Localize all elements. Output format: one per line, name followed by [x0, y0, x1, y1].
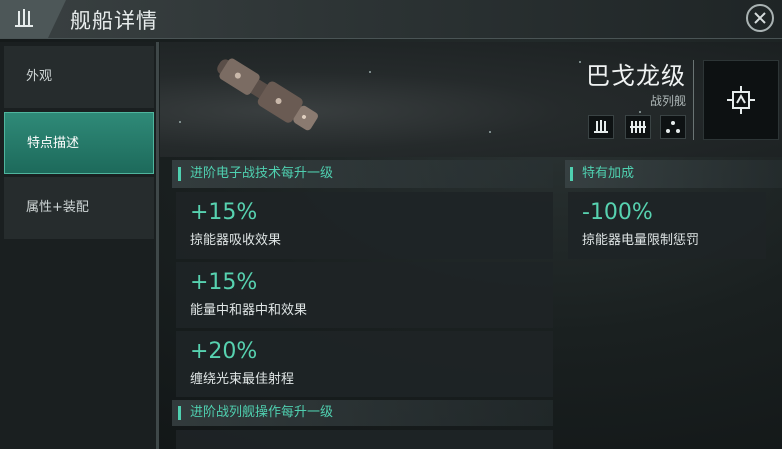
role-icon [660, 115, 686, 139]
bonus-description: 掠能器吸收效果 [190, 233, 282, 248]
ship-emblem-icon [727, 86, 755, 114]
ship-image [217, 58, 318, 131]
bonus-value: +15% [190, 270, 258, 295]
sidebar-item-label: 属性+装配 [26, 200, 89, 215]
bonus-value: +15% [190, 200, 258, 225]
sidebar-item-features[interactable]: 特点描述 [4, 112, 154, 174]
sidebar-item-appearance[interactable]: 外观 [4, 46, 154, 108]
bonus-card: +15% 掠能器吸收效果 [176, 192, 553, 259]
sidebar-item-label: 外观 [26, 69, 53, 84]
battleship-class-icon [588, 115, 614, 139]
sidebar-item-label: 特点描述 [27, 136, 80, 151]
bonus-description: 能量中和器中和效果 [190, 303, 308, 318]
window-title: 舰船详情 [70, 9, 158, 33]
bonus-card [176, 430, 553, 449]
title-decoration [48, 0, 66, 38]
sidebar-item-attributes[interactable]: 属性+装配 [4, 177, 154, 239]
section-header-special: 特有加成 [568, 163, 780, 185]
banner-divider [693, 60, 694, 140]
sidebar: 外观 特点描述 属性+装配 [0, 42, 158, 449]
ship-class: 战列舰 [649, 94, 686, 108]
close-button[interactable] [746, 4, 774, 32]
bonus-description: 掠能器电量限制惩罚 [582, 233, 700, 248]
battleship-class-icon [0, 0, 48, 38]
bonus-value: -100% [582, 200, 653, 225]
bonus-card: +20% 缠绕光束最佳射程 [176, 331, 553, 397]
ship-banner: 巴戈龙级 战列舰 [160, 42, 782, 157]
sidebar-divider [156, 42, 159, 449]
ship-name: 巴戈龙级 [586, 62, 686, 90]
bonus-card: -100% 掠能器电量限制惩罚 [568, 192, 766, 259]
faction-icon [625, 115, 651, 139]
close-icon [754, 12, 766, 24]
bonus-card: +15% 能量中和器中和效果 [176, 262, 553, 328]
section-header-skill-2: 进阶战列舰操作每升一级 [176, 402, 551, 424]
title-bar: 舰船详情 [0, 0, 782, 39]
bonus-description: 缠绕光束最佳射程 [190, 372, 295, 387]
ship-emblem[interactable] [703, 60, 779, 140]
bonus-value: +20% [190, 339, 258, 364]
section-header-skill: 进阶电子战技术每升一级 [176, 163, 551, 185]
